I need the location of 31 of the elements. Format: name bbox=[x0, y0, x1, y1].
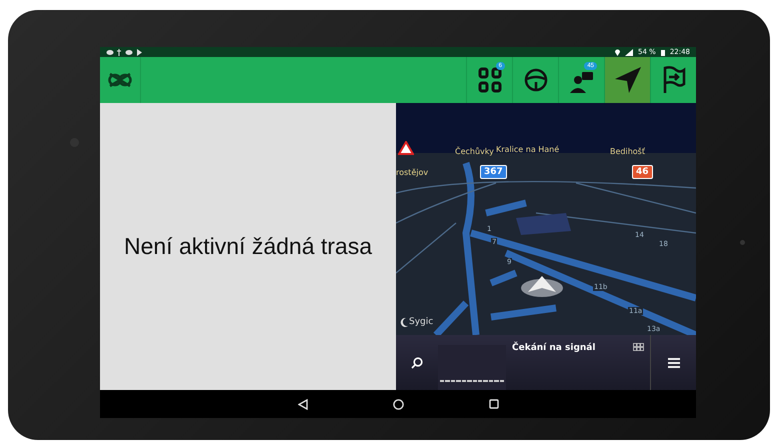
search-icon bbox=[411, 356, 423, 368]
road-number-sign: 367 bbox=[480, 165, 507, 179]
steering-wheel-icon bbox=[524, 68, 548, 92]
location-icon bbox=[615, 48, 620, 56]
home-button[interactable] bbox=[392, 398, 404, 410]
recents-square-icon bbox=[488, 399, 498, 409]
interchange-logo-icon bbox=[108, 72, 132, 88]
place-label: Bedihošť bbox=[610, 147, 645, 156]
signal-meter bbox=[438, 345, 506, 390]
menu-icon bbox=[668, 358, 680, 368]
map-attribution: Sygic bbox=[409, 317, 434, 327]
battery-icon bbox=[660, 48, 665, 56]
toolbar-tab[interactable] bbox=[604, 57, 650, 103]
moon-logo-icon bbox=[400, 318, 408, 326]
gps-status: Čekání na signál bbox=[512, 343, 596, 353]
grid-icon bbox=[633, 343, 644, 351]
back-triangle-icon bbox=[298, 398, 308, 410]
home-circle-icon bbox=[392, 398, 404, 410]
place-label: rostějov bbox=[396, 168, 428, 177]
recents-button[interactable] bbox=[488, 399, 498, 409]
road-number-sign: 46 bbox=[632, 165, 653, 179]
place-label: Čechůvky bbox=[455, 147, 494, 156]
modules-icon bbox=[478, 67, 502, 93]
back-button[interactable] bbox=[298, 398, 308, 410]
flag-arrow-icon bbox=[662, 66, 686, 94]
navigation-arrow-icon bbox=[614, 66, 642, 94]
sensor-dot bbox=[740, 240, 745, 245]
no-route-message: Není aktivní žádná trasa bbox=[124, 233, 372, 260]
place-label: Kralice na Hané bbox=[496, 145, 560, 154]
position-arrow-icon bbox=[520, 274, 564, 298]
warning-sign-icon bbox=[398, 141, 414, 155]
